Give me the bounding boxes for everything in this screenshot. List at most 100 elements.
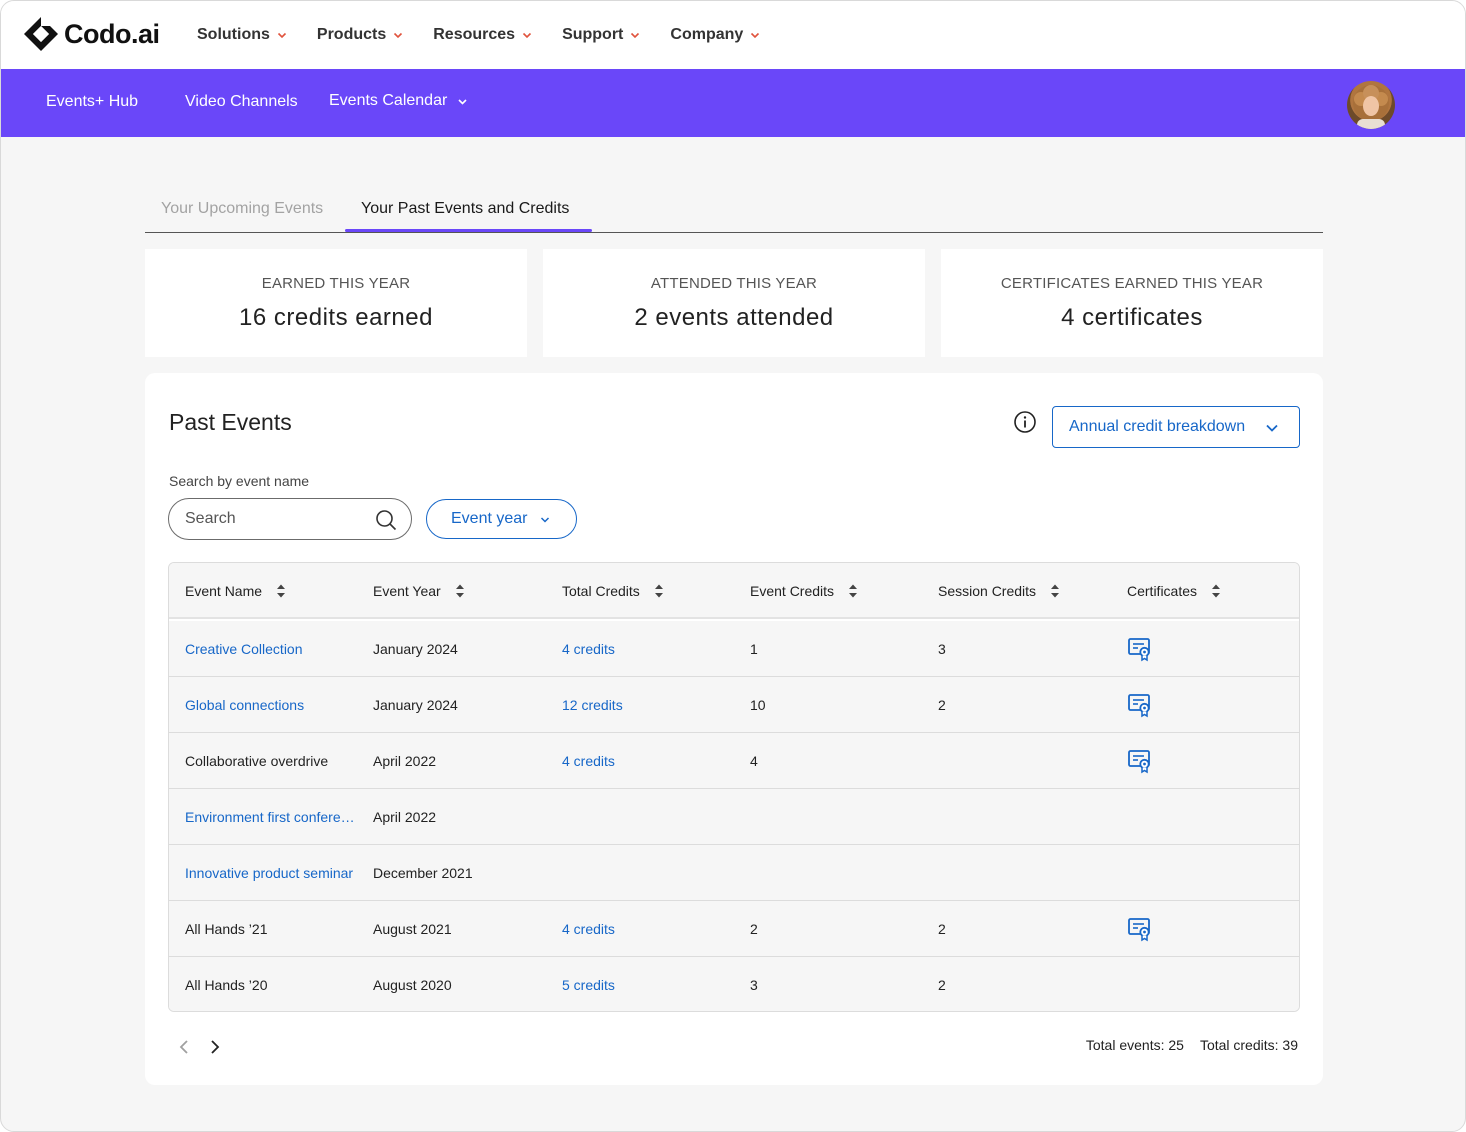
total-credits: Total credits: 39 (1199, 1037, 1298, 1053)
app-frame: Codo.ai Solutions Products Resources Sup… (0, 0, 1466, 1132)
stat-value: 2 events attended (634, 304, 834, 331)
event-name-cell[interactable]: Innovative product seminar (185, 865, 353, 881)
menu-label: Resources (433, 26, 516, 43)
search-icon[interactable] (375, 509, 397, 531)
chevron-right-icon[interactable] (208, 1037, 222, 1057)
subnav-events-hub[interactable]: Events+ Hub (46, 93, 138, 111)
event-credits-cell: 4 (750, 753, 758, 769)
column-event-name[interactable]: Event Name (185, 583, 286, 599)
past-events-panel: Past Events Annual credit breakdown Sear… (145, 373, 1323, 1085)
info-icon[interactable] (1013, 410, 1037, 434)
sort-icon (277, 584, 286, 598)
stat-label: ATTENDED THIS YEAR (650, 275, 818, 292)
chevron-down-icon (631, 32, 640, 39)
annual-credit-breakdown-button[interactable]: Annual credit breakdown (1052, 406, 1300, 448)
menu-label: Solutions (197, 26, 270, 43)
column-event-credits[interactable]: Event Credits (750, 583, 858, 599)
chevron-down-icon (458, 98, 467, 105)
sort-icon (1051, 584, 1060, 598)
menu-company[interactable]: Company (670, 26, 760, 44)
event-credits-cell: 10 (750, 697, 766, 713)
column-label: Event Year (373, 583, 441, 599)
column-certificates[interactable]: Certificates (1127, 583, 1221, 599)
event-name-cell: All Hands ’20 (185, 977, 268, 993)
top-navigation: Codo.ai Solutions Products Resources Sup… (1, 1, 1465, 69)
event-year-filter[interactable]: Event year (426, 499, 577, 539)
sort-icon (654, 584, 663, 598)
total-events: Total events: 25 (1085, 1037, 1184, 1053)
session-credits-cell: 2 (938, 921, 946, 937)
event-year-cell: December 2021 (373, 865, 473, 881)
panel-title: Past Events (169, 409, 292, 435)
stat-label: EARNED THIS YEAR (261, 275, 411, 292)
chevron-down-icon (1266, 424, 1278, 432)
column-label: Event Credits (750, 583, 835, 599)
menu-label: Company (670, 26, 744, 43)
sort-icon (849, 584, 858, 598)
subnav-video-channels[interactable]: Video Channels (185, 93, 298, 111)
certificate-icon[interactable] (1127, 748, 1153, 774)
session-credits-cell: 3 (938, 641, 946, 657)
certificate-icon[interactable] (1127, 692, 1153, 718)
menu-solutions[interactable]: Solutions (197, 26, 287, 44)
sort-icon (455, 584, 464, 598)
certificate-icon[interactable] (1127, 916, 1153, 942)
user-avatar[interactable] (1347, 81, 1395, 129)
table-header: Event Name Event Year Total Credits Even… (169, 563, 1299, 619)
chevron-down-icon (277, 32, 286, 39)
chevron-down-icon (540, 517, 550, 523)
menu-products[interactable]: Products (317, 26, 403, 44)
table-totals: Total events: 25 Total credits: 39 (1086, 1037, 1298, 1053)
chevron-down-icon (394, 32, 403, 39)
event-name-cell[interactable]: Global connections (185, 697, 304, 713)
active-tab-indicator (345, 229, 592, 232)
tab-past-events[interactable]: Your Past Events and Credits (361, 200, 569, 218)
total-credits-cell[interactable]: 4 credits (562, 641, 615, 657)
column-label: Total Credits (562, 583, 640, 599)
event-year-cell: April 2022 (373, 753, 437, 769)
events-tabs: Your Upcoming Events Your Past Events an… (145, 181, 1323, 233)
chevron-left-icon[interactable] (177, 1037, 191, 1057)
event-name-cell: All Hands ’21 (185, 921, 268, 937)
event-name-cell[interactable]: Creative Collection (185, 641, 303, 657)
total-credits-cell[interactable]: 12 credits (562, 697, 623, 713)
event-year-cell: August 2021 (373, 921, 452, 937)
subnav-events-calendar[interactable]: Events Calendar (329, 92, 468, 110)
stat-card-credits: EARNED THIS YEAR 16 credits earned (145, 249, 527, 357)
event-year-cell: January 2024 (373, 697, 458, 713)
breakdown-label: Annual credit breakdown (1069, 418, 1246, 435)
table-row: Global connections January 2024 12 credits… (169, 677, 1299, 733)
event-name-cell[interactable]: Environment first conference (185, 809, 357, 825)
chevron-down-icon (522, 32, 532, 39)
column-event-year[interactable]: Event Year (373, 583, 465, 599)
table-row: Environment first conference April 2022 (169, 789, 1299, 845)
table-row: Creative Collection January 2024 4 credits… (169, 621, 1299, 677)
menu-support[interactable]: Support (562, 26, 640, 44)
brand-name: Codo.ai (64, 18, 160, 49)
brand-logo[interactable]: Codo.ai (24, 17, 160, 51)
stat-label: CERTIFICATES EARNED THIS YEAR (1000, 275, 1264, 292)
event-credits-cell: 1 (750, 641, 758, 657)
column-total-credits[interactable]: Total Credits (562, 583, 664, 599)
search-label: Search by event name (169, 473, 310, 489)
session-credits-cell: 2 (938, 977, 946, 993)
search-input[interactable] (185, 508, 365, 530)
table-row: Collaborative overdrive April 2022 4 credi… (169, 733, 1299, 789)
column-session-credits[interactable]: Session Credits (938, 583, 1060, 599)
past-events-table: Event Name Event Year Total Credits Even… (168, 562, 1300, 1012)
menu-resources[interactable]: Resources (433, 26, 532, 44)
total-credits-cell[interactable]: 4 credits (562, 753, 615, 769)
column-label: Event Name (185, 583, 263, 599)
event-credits-cell: 3 (750, 977, 758, 993)
total-credits-cell[interactable]: 4 credits (562, 921, 615, 937)
event-year-cell: April 2022 (373, 809, 437, 825)
total-credits-cell[interactable]: 5 credits (562, 977, 615, 993)
column-label: Certificates (1127, 583, 1198, 599)
tab-upcoming-events[interactable]: Your Upcoming Events (161, 200, 323, 218)
certificate-icon[interactable] (1127, 636, 1153, 662)
stat-card-certificates: CERTIFICATES EARNED THIS YEAR 4 certific… (941, 249, 1323, 357)
table-row: All Hands ’21 August 2021 4 credits 2 2 (169, 901, 1299, 957)
main-menu: Solutions Products Resources Support Com… (197, 1, 790, 69)
event-year-cell: January 2024 (373, 641, 458, 657)
event-year-cell: August 2020 (373, 977, 452, 993)
